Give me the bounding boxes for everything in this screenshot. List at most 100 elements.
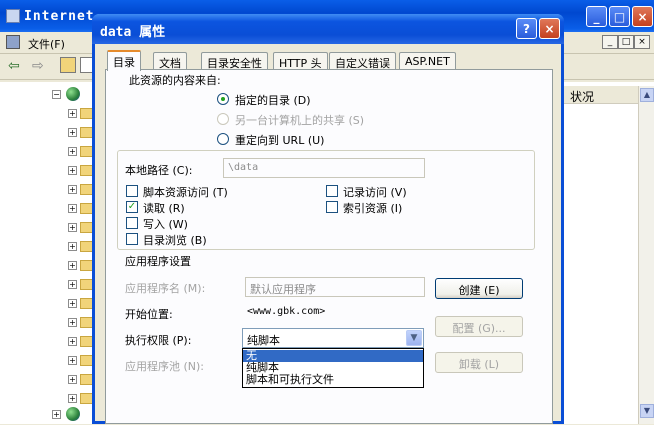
write-checkbox[interactable] — [126, 217, 138, 229]
expand-icon[interactable]: + — [52, 410, 61, 419]
tree-folder-node[interactable]: + — [0, 276, 98, 295]
script-source-access-label[interactable]: 脚本资源访问 (T) — [143, 184, 228, 200]
read-checkbox[interactable]: ✓ — [126, 201, 138, 213]
tab-aspnet[interactable]: ASP.NET — [399, 52, 456, 70]
tree-folder-node[interactable]: + — [0, 333, 98, 352]
tree-folder-node[interactable]: + — [0, 371, 98, 390]
exec-option-scripts-and-executables[interactable]: 脚本和可执行文件 — [243, 374, 423, 386]
expand-icon[interactable]: + — [68, 299, 77, 308]
exec-permissions-select[interactable]: 纯脚本 ▼ — [242, 328, 424, 348]
tree-folder-node[interactable]: + — [0, 314, 98, 333]
globe-icon — [66, 87, 80, 101]
scroll-up-icon[interactable]: ▲ — [640, 88, 654, 102]
tab-directory-security[interactable]: 目录安全性 — [201, 52, 268, 70]
iis-window-title: Internet — [24, 9, 95, 24]
exec-permissions-value: 纯脚本 — [247, 334, 280, 347]
tree-site-node[interactable]: + — [0, 406, 98, 425]
collapse-icon[interactable]: − — [52, 90, 61, 99]
globe-icon — [66, 407, 80, 421]
tree-folder-node[interactable]: + — [0, 181, 98, 200]
tree-folder-node[interactable]: + — [0, 124, 98, 143]
radio-local-directory[interactable] — [217, 93, 229, 105]
radio-redirect-url[interactable] — [217, 133, 229, 145]
window-close-button[interactable]: × — [632, 6, 653, 27]
menu-file[interactable]: 文件(F) — [28, 36, 65, 52]
expand-icon[interactable]: + — [68, 337, 77, 346]
local-path-label: 本地路径 (C): — [125, 164, 193, 177]
tab-documents[interactable]: 文档 — [153, 52, 187, 70]
iis-app-icon — [6, 9, 20, 23]
expand-icon[interactable]: + — [68, 356, 77, 365]
directory-browsing-checkbox[interactable] — [126, 233, 138, 245]
expand-icon[interactable]: + — [68, 185, 77, 194]
tree-folder-node[interactable]: + — [0, 105, 98, 124]
tree-folder-node[interactable]: + — [0, 219, 98, 238]
back-arrow-icon[interactable]: ⇦ — [8, 58, 20, 74]
expand-icon[interactable]: + — [68, 204, 77, 213]
tree-folder-node[interactable]: + — [0, 200, 98, 219]
mmc-icon — [6, 35, 20, 49]
script-source-access-checkbox[interactable] — [126, 185, 138, 197]
scroll-down-icon[interactable]: ▼ — [640, 404, 654, 418]
tree-folder-node[interactable]: + — [0, 238, 98, 257]
radio-redirect-url-label[interactable]: 重定向到 URL (U) — [235, 132, 324, 148]
expand-icon[interactable]: + — [68, 109, 77, 118]
help-button[interactable]: ? — [516, 18, 537, 39]
start-point-value: <www.gbk.com> — [247, 306, 326, 317]
maximize-button[interactable]: □ — [609, 6, 630, 27]
mdi-restore-button[interactable]: □ — [618, 35, 634, 49]
expand-icon[interactable]: + — [68, 318, 77, 327]
expand-icon[interactable]: + — [68, 166, 77, 175]
dialog-titlebar[interactable]: data 属性 ? × — [92, 14, 564, 44]
mdi-minimize-button[interactable]: _ — [602, 35, 618, 49]
tab-directory[interactable]: 目录 — [107, 50, 141, 71]
dialog-close-button[interactable]: × — [539, 18, 560, 39]
expand-icon[interactable]: + — [68, 394, 77, 403]
content-source-label: 此资源的内容来自: — [129, 74, 221, 87]
status-column-header[interactable]: 状况 — [562, 86, 638, 104]
up-folder-icon[interactable] — [60, 57, 76, 73]
local-path-field[interactable]: \data — [223, 158, 425, 178]
config-button: 配置 (G)... — [435, 316, 523, 337]
expand-icon[interactable]: + — [68, 280, 77, 289]
directory-browsing-label[interactable]: 目录浏览 (B) — [143, 232, 207, 248]
minimize-button[interactable]: _ — [586, 6, 607, 27]
tab-custom-errors[interactable]: 自定义错误 — [329, 52, 396, 70]
tree-folder-node[interactable]: + — [0, 143, 98, 162]
details-scrollbar[interactable]: ▲ ▼ — [638, 86, 654, 424]
app-settings-heading: 应用程序设置 — [125, 255, 191, 268]
tree-folder-node[interactable]: + — [0, 295, 98, 314]
tree-site-node[interactable]: − — [0, 86, 98, 105]
expand-icon[interactable]: + — [68, 128, 77, 137]
expand-icon[interactable]: + — [68, 223, 77, 232]
expand-icon[interactable]: + — [68, 375, 77, 384]
log-visits-label[interactable]: 记录访问 (V) — [343, 184, 407, 200]
radio-local-directory-label[interactable]: 指定的目录 (D) — [235, 92, 311, 108]
app-pool-label: 应用程序池 (N): — [125, 360, 205, 373]
index-resource-checkbox[interactable] — [326, 201, 338, 213]
exec-permissions-dropdown: 无 纯脚本 脚本和可执行文件 — [242, 348, 424, 388]
tree-folder-node[interactable]: + — [0, 257, 98, 276]
expand-icon[interactable]: + — [68, 261, 77, 270]
write-label[interactable]: 写入 (W) — [143, 216, 188, 232]
dialog-title: data 属性 — [100, 25, 166, 40]
exec-permissions-label: 执行权限 (P): — [125, 334, 192, 347]
index-resource-label[interactable]: 索引资源 (I) — [343, 200, 402, 216]
forward-arrow-icon[interactable]: ⇨ — [32, 58, 44, 74]
read-label[interactable]: 读取 (R) — [143, 200, 185, 216]
expand-icon[interactable]: + — [68, 242, 77, 251]
app-name-field: 默认应用程序 — [245, 277, 425, 297]
start-point-label: 开始位置: — [125, 308, 173, 321]
tab-http-headers[interactable]: HTTP 头 — [273, 52, 328, 70]
create-button[interactable]: 创建 (E) — [435, 278, 523, 299]
expand-icon[interactable]: + — [68, 147, 77, 156]
chevron-down-icon[interactable]: ▼ — [406, 330, 422, 346]
tree-folder-node[interactable]: + — [0, 352, 98, 371]
log-visits-checkbox[interactable] — [326, 185, 338, 197]
tree-folder-node[interactable]: + — [0, 162, 98, 181]
app-name-label: 应用程序名 (M): — [125, 282, 206, 295]
site-tree: − + + + + + + + + + + + + + + + + + — [0, 82, 98, 424]
radio-network-share — [217, 113, 229, 125]
mdi-close-button[interactable]: × — [634, 35, 650, 49]
unload-button: 卸载 (L) — [435, 352, 523, 373]
